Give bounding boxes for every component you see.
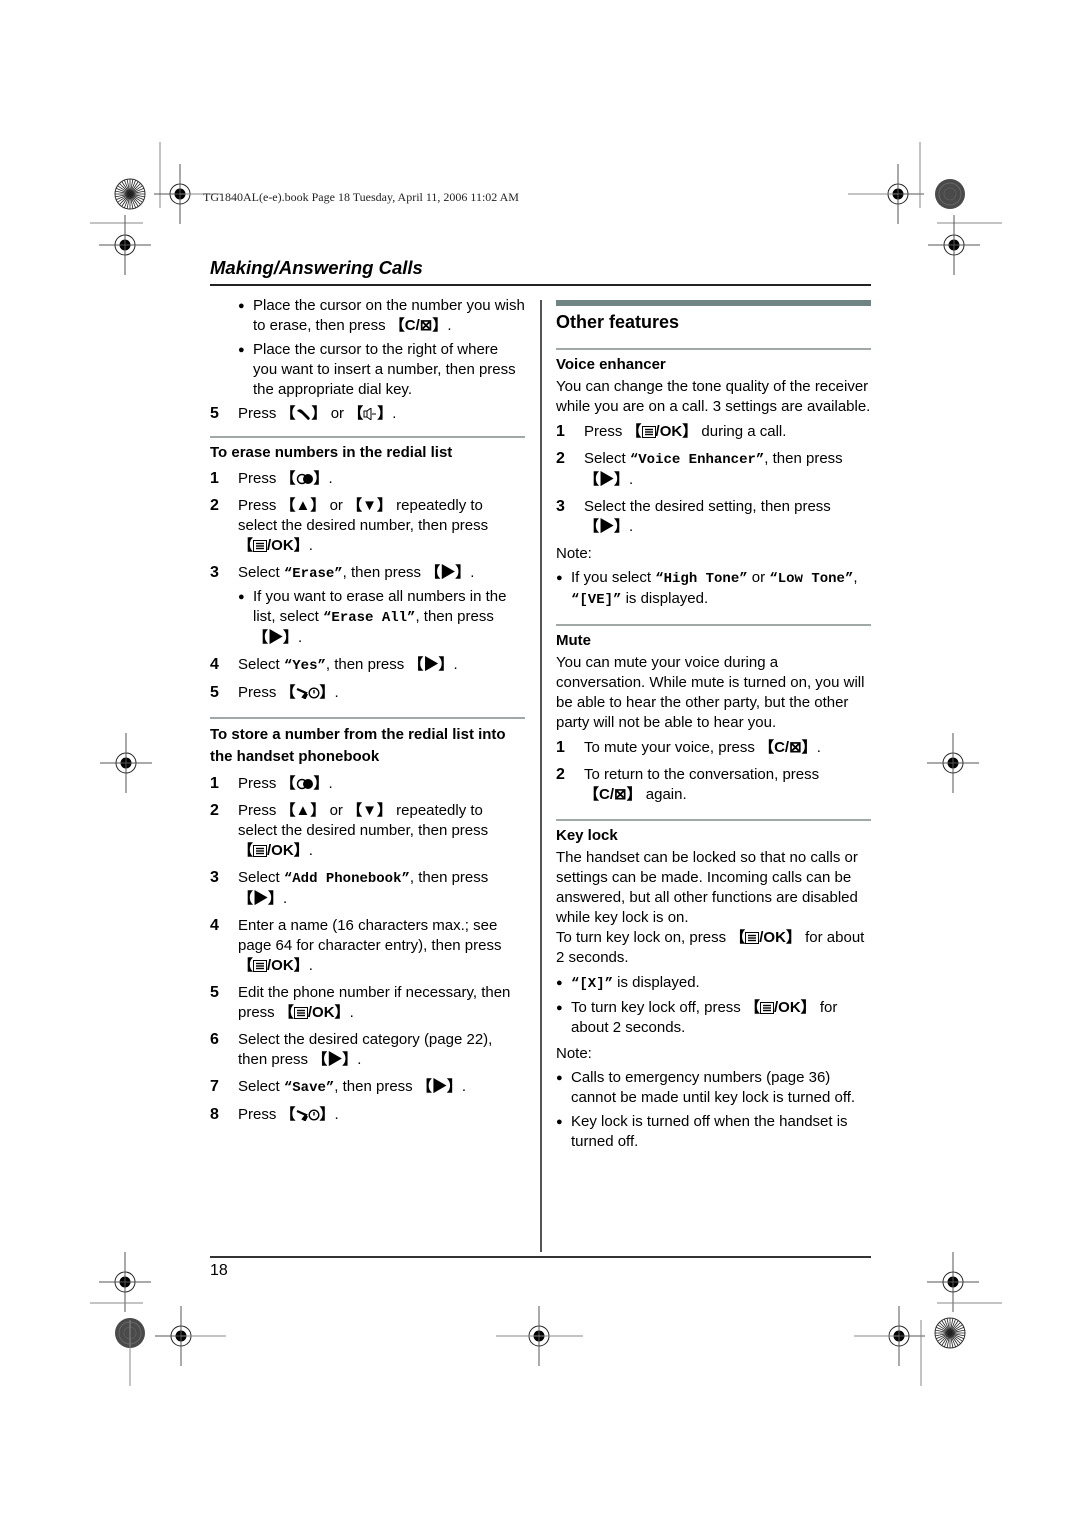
key-lock-bullet-displayed: ● “[X]” is displayed. (556, 974, 700, 992)
store-step-5: 5 Edit the phone number if necessary, th… (210, 984, 511, 1021)
right-arrow-icon: ▶ (431, 1078, 447, 1095)
title-rule (210, 284, 871, 286)
redial-icon (296, 778, 313, 790)
menu-icon (253, 540, 268, 553)
store-step-8: 8 Press 【】. (210, 1106, 339, 1123)
off-power-icon (296, 687, 320, 700)
erase-all-bullet: ● If you want to erase all numbers in th… (238, 588, 507, 646)
key-lock-body: The handset can be locked so that no cal… (556, 849, 858, 926)
mute-heading: Mute (556, 632, 591, 649)
menu-icon (293, 1007, 308, 1020)
ve-step-1: 1 Press 【/OK】 during a call. (556, 423, 787, 440)
voice-enhancer-body: You can change the tone quality of the r… (556, 378, 871, 415)
store-step-4: 4 Enter a name (16 characters max.; see … (210, 917, 502, 974)
up-arrow-icon: ▲ (295, 802, 311, 819)
section-rule (556, 348, 871, 350)
section-rule (210, 717, 525, 719)
off-power-icon (296, 1109, 320, 1122)
ve-note: ● If you select “High Tone” or “Low Tone… (556, 569, 858, 608)
ve-step-2: 2 Select “Voice Enhancer”, then press 【▶… (556, 450, 843, 488)
store-step-3: 3 Select “Add Phonebook”, then press 【▶】… (210, 869, 489, 907)
bullet-insert-digit: ● Place the cursor to the right of where… (238, 341, 516, 398)
section-rule (210, 436, 525, 438)
key-lock-on: To turn key lock on, press 【/OK】 for abo… (556, 929, 865, 966)
footer-rule (210, 1256, 871, 1258)
key-lock-note-2: ● Key lock is turned off when the handse… (556, 1113, 848, 1150)
voice-enhancer-heading: Voice enhancer (556, 356, 666, 373)
section-rule (556, 819, 871, 821)
store-step-7: 7 Select “Save”, then press 【▶】. (210, 1078, 467, 1096)
right-arrow-icon: ▶ (599, 471, 615, 488)
bullet-dot-icon: ● (238, 344, 245, 356)
erase-step-2: 2 Press 【▲】 or 【▼】 repeatedly to select … (210, 497, 489, 554)
clear-key: 【C/⊠】 (759, 739, 817, 756)
mute-body: You can mute your voice during a convers… (556, 654, 865, 731)
right-arrow-icon: ▶ (423, 656, 439, 673)
step-5-dial: 5 Press 【】 or 【】. (210, 405, 397, 422)
bullet-dot-icon: ● (556, 572, 563, 584)
menu-icon (253, 845, 268, 858)
bullet-dot-icon: ● (238, 300, 245, 312)
menu-icon (759, 1002, 774, 1015)
book-info-line: TG1840AL(e-e).book Page 18 Tuesday, Apri… (203, 190, 519, 204)
bullet-erase-digit: ● Place the cursor on the number you wis… (238, 297, 525, 334)
right-arrow-icon: ▶ (599, 518, 615, 535)
down-arrow-icon: ▼ (362, 497, 377, 514)
bullet-dot-icon: ● (556, 1072, 563, 1084)
column-divider (540, 300, 542, 1252)
feature-bar (556, 300, 871, 306)
store-step-6: 6 Select the desired category (page 22),… (210, 1031, 493, 1068)
speaker-icon (363, 408, 377, 421)
redial-icon (296, 473, 313, 485)
right-arrow-icon: ▶ (253, 890, 269, 907)
other-features-title: Other features (556, 312, 680, 332)
key-lock-note-label: Note: (556, 1045, 592, 1062)
erase-section-heading: To erase numbers in the redial list (210, 444, 453, 461)
ve-note-label: Note: (556, 545, 592, 562)
right-arrow-icon: ▶ (440, 564, 456, 581)
store-step-1: 1 Press 【】. (210, 775, 333, 792)
section-title: Making/Answering Calls (210, 257, 423, 278)
section-rule (556, 624, 871, 626)
down-arrow-icon: ▼ (362, 802, 377, 819)
right-arrow-icon: ▶ (327, 1051, 343, 1068)
erase-step-5: 5 Press 【】. (210, 684, 339, 701)
menu-icon (253, 960, 268, 973)
clear-key: 【C/⊠】 (389, 317, 448, 334)
erase-step-4: 4 Select “Yes”, then press 【▶】. (210, 656, 458, 674)
mute-step-1: 1 To mute your voice, press 【C/⊠】. (556, 739, 821, 756)
bullet-dot-icon: ● (556, 977, 563, 989)
right-arrow-icon: ▶ (268, 629, 284, 646)
left-column: ● Place the cursor on the number you wis… (210, 296, 525, 1132)
bullet-dot-icon: ● (556, 1002, 563, 1014)
mute-step-2: 2 To return to the conversation, press 【… (556, 766, 820, 803)
ve-step-3: 3 Select the desired setting, then press… (556, 498, 831, 535)
key-lock-note-1: ● Calls to emergency numbers (page 36) c… (556, 1069, 856, 1106)
erase-step-3: 3 Select “Erase”, then press 【▶】. (210, 564, 475, 582)
right-column: Other features Voice enhancer You can ch… (556, 300, 871, 1156)
store-section-heading: To store a number from the redial list i… (210, 726, 506, 765)
bullet-dot-icon: ● (238, 591, 245, 603)
up-arrow-icon: ▲ (295, 497, 311, 514)
erase-step-1: 1 Press 【】. (210, 470, 333, 487)
clear-key: 【C/⊠】 (584, 786, 642, 803)
store-step-2: 2 Press 【▲】 or 【▼】 repeatedly to select … (210, 802, 489, 859)
page-number: 18 (210, 1262, 228, 1279)
key-lock-heading: Key lock (556, 827, 618, 844)
key-lock-bullet-off: ● To turn key lock off, press 【/OK】 for … (556, 999, 838, 1036)
talk-icon (296, 409, 310, 421)
bullet-dot-icon: ● (556, 1116, 563, 1128)
menu-icon (641, 426, 656, 439)
menu-icon (745, 932, 760, 945)
